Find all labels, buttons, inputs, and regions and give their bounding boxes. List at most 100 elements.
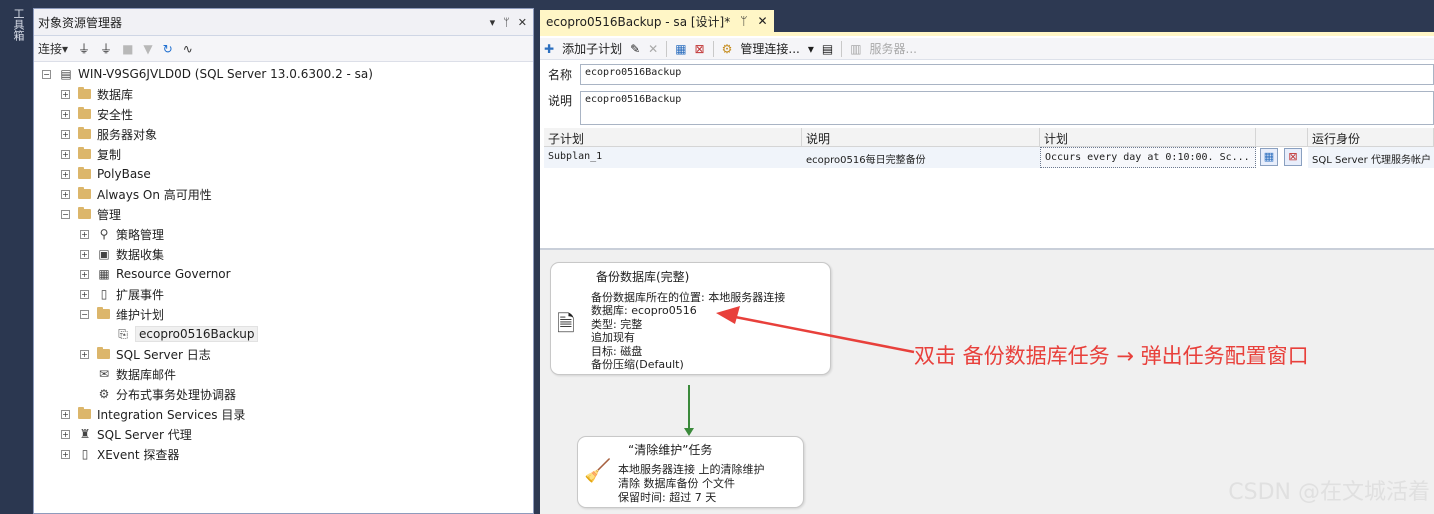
collapse-icon[interactable]: −: [42, 69, 51, 79]
document-tab[interactable]: ecopro0516Backup - sa [设计]* ᛘ ✕: [540, 10, 774, 32]
tree-node[interactable]: − 管理: [61, 204, 121, 224]
pin-icon[interactable]: ᛘ: [503, 16, 510, 29]
collapse-icon[interactable]: −: [80, 309, 89, 319]
column-header-run-as[interactable]: 运行身份: [1308, 128, 1434, 147]
subplan-schedule-icon[interactable]: ▦: [675, 42, 686, 56]
tree-node-label: 管理: [97, 207, 122, 222]
stop-icon[interactable]: ■: [122, 42, 133, 56]
servers-button[interactable]: 服务器...: [870, 40, 917, 57]
tree-node[interactable]: + 服务器对象: [61, 124, 157, 144]
collapse-icon[interactable]: −: [61, 209, 70, 219]
expand-icon[interactable]: +: [61, 89, 70, 99]
tree-node-label: SQL Server 日志: [116, 347, 211, 362]
expand-icon[interactable]: +: [61, 409, 70, 419]
tree-node-label: 数据库: [97, 87, 134, 102]
expand-icon[interactable]: +: [80, 349, 89, 359]
dropdown-icon[interactable]: ▾: [490, 16, 496, 29]
manage-connections-button[interactable]: 管理连接...: [740, 40, 799, 57]
subplan-description-cell[interactable]: ecopro0516每日完整备份: [802, 147, 1040, 168]
maintenance-plan-designer-surface[interactable]: 备份数据库(完整) 🗎 备份数据库所在的位置: 本地服务器连接 数据库: eco…: [540, 248, 1434, 514]
tree-node[interactable]: + SQL Server 日志: [80, 344, 211, 364]
connect-button[interactable]: 连接▾: [38, 40, 68, 57]
tree-node[interactable]: − 维护计划: [80, 304, 164, 324]
folder-icon: [78, 167, 91, 179]
column-header-schedule[interactable]: 计划: [1040, 128, 1256, 147]
add-subplan-button[interactable]: 添加子计划: [562, 40, 622, 57]
remove-schedule-icon[interactable]: ⊠: [1284, 148, 1302, 166]
tree-node-label: WIN-V9SG6JVLD0D (SQL Server 13.0.6300.2 …: [78, 67, 373, 81]
backup-task-line: 追加现有: [591, 331, 635, 344]
disconnect-icon[interactable]: ⏚: [100, 40, 112, 57]
servers-icon[interactable]: ▥: [850, 42, 861, 56]
backup-task-icon: 🗎: [557, 312, 575, 337]
reporting-icon[interactable]: ▤: [822, 42, 833, 56]
expand-icon[interactable]: +: [61, 129, 70, 139]
add-subplan-icon[interactable]: ✚: [544, 42, 554, 56]
expand-icon[interactable]: +: [61, 189, 70, 199]
delete-subplan-icon[interactable]: ✕: [648, 42, 658, 56]
tree-node[interactable]: + ▦ Resource Governor: [80, 264, 231, 284]
filter-icon[interactable]: ▼: [143, 42, 152, 56]
expand-icon[interactable]: +: [61, 429, 70, 439]
tree-node[interactable]: + ▯ 扩展事件: [80, 284, 164, 304]
tree-node[interactable]: + 安全性: [61, 104, 133, 124]
tree-node-label: 数据收集: [116, 247, 165, 262]
tree-node[interactable]: + Always On 高可用性: [61, 184, 212, 204]
backup-task-title: 备份数据库(完整): [596, 270, 690, 284]
description-field[interactable]: ecopro0516Backup: [580, 91, 1434, 125]
tree-node-label: 服务器对象: [97, 127, 158, 142]
tree-node[interactable]: + ▯ XEvent 探查器: [61, 444, 179, 464]
tree-node-label: 维护计划: [116, 307, 165, 322]
activity-monitor-icon[interactable]: ∿: [183, 42, 193, 56]
dropdown-arrow-icon[interactable]: ▾: [808, 42, 814, 56]
maintenance-cleanup-task[interactable]: “清除维护”任务 🧹 本地服务器连接 上的清除维护 清除 数据库备份 个文件 保…: [577, 436, 804, 508]
tree-node[interactable]: + 数据库: [61, 84, 133, 104]
tree-node[interactable]: ✉ 数据库邮件: [80, 364, 176, 384]
tab-pin-icon[interactable]: ᛘ: [740, 14, 747, 28]
connect-plug-icon[interactable]: ⏚: [78, 40, 90, 57]
name-field[interactable]: ecopro0516Backup: [580, 64, 1434, 85]
annotation-arrowhead: [716, 306, 740, 324]
subplan-schedule-cell[interactable]: Occurs every day at 0:10:00. Sc...: [1040, 147, 1256, 168]
tree-node[interactable]: ⚙ 分布式事务处理协调器: [80, 384, 236, 404]
expand-icon[interactable]: +: [80, 249, 89, 259]
toolbox-tab[interactable]: 工具箱: [6, 8, 25, 41]
broom-icon: 🧹: [584, 459, 612, 484]
edit-schedule-icon[interactable]: ▦: [1260, 148, 1278, 166]
tree-node[interactable]: ⎘ ecopro0516Backup: [99, 324, 259, 344]
precedence-constraint-line[interactable]: [688, 385, 690, 432]
toolbar-separator: [712, 40, 714, 57]
folder-icon: [97, 347, 110, 359]
tree-node-label: Integration Services 目录: [97, 407, 246, 422]
expand-icon[interactable]: +: [80, 269, 89, 279]
tree-node[interactable]: + ⚲ 策略管理: [80, 224, 164, 244]
object-explorer-panel: 对象资源管理器 ▾ ᛘ ✕ 连接▾ ⏚ ⏚ ■ ▼ ↻ ∿ − ▤ WIN-V9SG…: [33, 8, 534, 514]
folder-icon: [78, 187, 91, 199]
column-header-subplan[interactable]: 子计划: [544, 128, 802, 147]
tree-node[interactable]: + ▣ 数据收集: [80, 244, 164, 264]
sql-agent-icon: ♜: [79, 427, 91, 441]
tree-node[interactable]: + PolyBase: [61, 164, 151, 184]
remove-schedule-icon[interactable]: ⊠: [695, 42, 705, 56]
tree-node[interactable]: − ▤ WIN-V9SG6JVLD0D (SQL Server 13.0.6300.…: [42, 64, 373, 84]
expand-icon[interactable]: +: [61, 149, 70, 159]
expand-icon[interactable]: +: [61, 109, 70, 119]
expand-icon[interactable]: +: [61, 169, 70, 179]
folder-icon: [97, 307, 110, 319]
tree-node[interactable]: + Integration Services 目录: [61, 404, 245, 424]
tree-node[interactable]: + 复制: [61, 144, 121, 164]
cleanup-task-line: 本地服务器连接 上的清除维护: [618, 463, 765, 476]
expand-icon[interactable]: +: [61, 449, 70, 459]
subplan-run-as-cell[interactable]: SQL Server 代理服务帐户: [1308, 147, 1434, 168]
tree-node-label: 数据库邮件: [116, 367, 177, 382]
refresh-icon[interactable]: ↻: [163, 42, 173, 56]
column-header-description[interactable]: 说明: [802, 128, 1040, 147]
manage-connections-icon[interactable]: ⚙: [722, 42, 733, 56]
close-icon[interactable]: ✕: [518, 16, 527, 29]
expand-icon[interactable]: +: [80, 289, 89, 299]
subplan-name-cell[interactable]: Subplan_1: [544, 147, 802, 168]
tab-close-icon[interactable]: ✕: [757, 14, 767, 28]
subplan-properties-icon[interactable]: ✎: [630, 42, 640, 56]
expand-icon[interactable]: +: [80, 229, 89, 239]
tree-node[interactable]: + ♜ SQL Server 代理: [61, 424, 192, 444]
